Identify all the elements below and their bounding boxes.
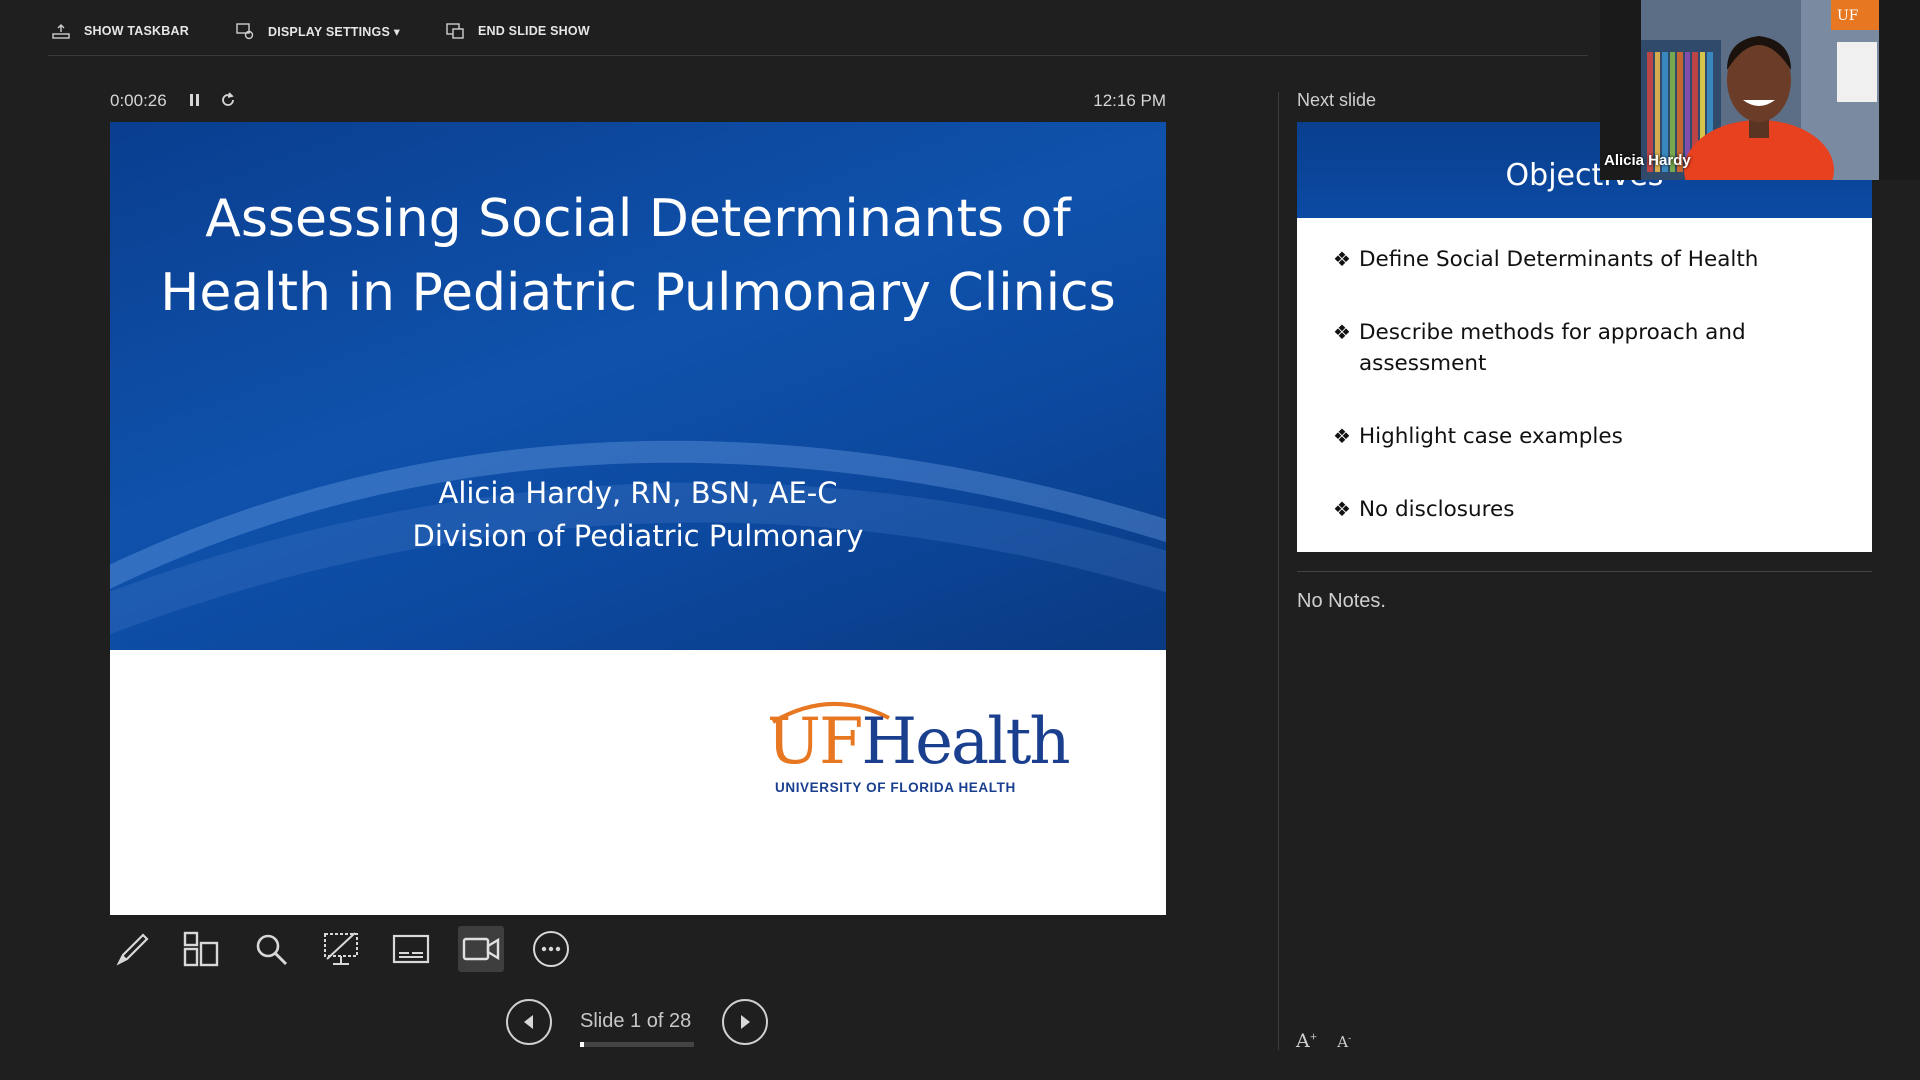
diamond-bullet-icon: ❖: [1333, 247, 1351, 271]
show-taskbar-label: SHOW TASKBAR: [84, 24, 189, 38]
subtitles-icon: [392, 934, 430, 964]
webcam-participant-name: Alicia Hardy: [1604, 152, 1691, 169]
slide-title: Assessing Social Determinants of Health …: [160, 189, 1116, 323]
next-slide-label: Next slide: [1297, 90, 1377, 110]
slide-progress-fill: [580, 1042, 585, 1047]
taskbar-icon: [52, 24, 70, 39]
presenter-tools: [108, 926, 574, 972]
show-taskbar-button[interactable]: SHOW TASKBAR: [52, 22, 189, 40]
diamond-bullet-icon: ❖: [1333, 320, 1351, 344]
next-slide-button[interactable]: [722, 999, 768, 1045]
zoom-icon: [256, 934, 288, 966]
subtitles-button[interactable]: [388, 926, 434, 972]
bullet-item: ❖ Highlight case examples: [1333, 421, 1853, 452]
end-show-icon: [446, 23, 464, 39]
black-screen-button[interactable]: [318, 926, 364, 972]
arrow-right-icon: [741, 1015, 750, 1029]
end-slide-show-button[interactable]: END SLIDE SHOW: [446, 22, 590, 40]
diamond-bullet-icon: ❖: [1333, 497, 1351, 521]
next-slide-preview[interactable]: Objectives ❖ Define Social Determinants o…: [1297, 122, 1872, 552]
restart-timer-icon[interactable]: [219, 91, 237, 109]
bullet-item: ❖ Describe methods for approach and asses…: [1333, 317, 1853, 379]
speaker-notes[interactable]: No Notes.: [1297, 590, 1386, 613]
pen-icon: [116, 933, 149, 966]
bullet-item: ❖ No disclosures: [1333, 494, 1853, 525]
bullet-text: Describe methods for approach and assess…: [1358, 320, 1746, 376]
logo-uf: UF: [767, 705, 863, 779]
end-slide-show-label: END SLIDE SHOW: [478, 24, 590, 38]
slide-counter: Slide 1 of 28: [580, 1010, 692, 1032]
zoom-button[interactable]: [248, 926, 294, 972]
bullet-item: ❖ Define Social Determinants of Health: [1333, 244, 1853, 275]
more-options-button[interactable]: [528, 926, 574, 972]
arrow-left-icon: [524, 1015, 533, 1029]
presenter-toolbar: SHOW TASKBAR DISPLAY SETTINGS ▾ END SLID…: [0, 0, 1600, 60]
pen-tool-button[interactable]: [108, 926, 154, 972]
previous-slide-button[interactable]: [506, 999, 552, 1045]
display-settings-icon: [236, 23, 254, 40]
panel-divider: [1278, 92, 1279, 1050]
notes-font-controls: A+ A-: [1296, 1030, 1351, 1052]
bullet-text: Highlight case examples: [1358, 424, 1623, 449]
author-name: Alicia Hardy, RN, BSN, AE-C: [438, 476, 838, 510]
current-time: 12:16 PM: [1093, 91, 1166, 110]
toolbar-divider: [48, 55, 1588, 56]
next-slide-bullets: ❖ Define Social Determinants of Health ❖ D…: [1333, 244, 1853, 552]
pause-icon[interactable]: [188, 92, 202, 108]
see-all-slides-icon: [183, 931, 219, 967]
notes-divider: [1297, 571, 1872, 572]
bullet-text: Define Social Determinants of Health: [1358, 247, 1759, 272]
slide-author: Alicia Hardy, RN, BSN, AE-C Division of …: [150, 472, 1126, 558]
elapsed-timer: 0:00:26: [110, 91, 167, 110]
bullet-text: No disclosures: [1358, 497, 1515, 522]
more-options-icon: [533, 931, 569, 967]
svg-text:UF: UF: [1837, 8, 1859, 24]
webcam-overlay[interactable]: UF Alicia Hardy: [1600, 0, 1920, 180]
current-slide[interactable]: Assessing Social Determinants of Health …: [110, 122, 1166, 915]
display-settings-label: DISPLAY SETTINGS ▾: [268, 24, 401, 39]
black-screen-icon: [324, 932, 358, 965]
logo-wordmark: UFHealth: [767, 710, 1071, 774]
camera-toggle-button[interactable]: [458, 926, 504, 972]
decrease-font-icon[interactable]: A-: [1337, 1030, 1351, 1052]
logo-health: Health: [861, 705, 1070, 779]
slide-progress-track: [580, 1042, 694, 1047]
increase-font-icon[interactable]: A+: [1296, 1030, 1317, 1052]
see-all-slides-button[interactable]: [178, 926, 224, 972]
logo-subtitle: UNIVERSITY OF FLORIDA HEALTH: [775, 780, 1016, 795]
author-division: Division of Pediatric Pulmonary: [412, 519, 864, 553]
camera-icon: [462, 937, 500, 961]
diamond-bullet-icon: ❖: [1333, 424, 1351, 448]
uf-health-logo: UFHealth UNIVERSITY OF FLORIDA HEALTH: [767, 694, 1071, 804]
slide-title-area: Assessing Social Determinants of Health …: [110, 122, 1166, 650]
display-settings-button[interactable]: DISPLAY SETTINGS ▾: [236, 22, 400, 40]
